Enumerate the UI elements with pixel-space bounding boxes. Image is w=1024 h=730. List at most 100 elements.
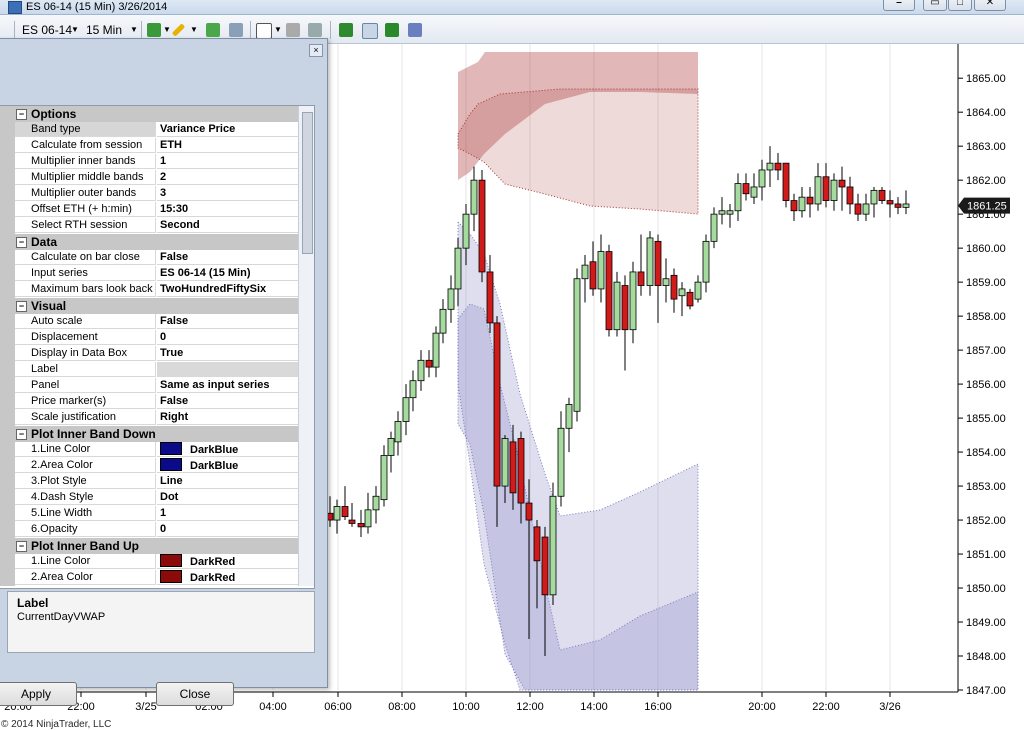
chart-style-icon[interactable] [147,23,161,37]
color-swatch[interactable] [160,570,182,583]
category-header[interactable]: − Data [0,234,299,250]
candle-body [409,380,417,399]
property-value[interactable]: ES 06-14 (15 Min) [157,266,299,281]
pencil-icon[interactable] [171,23,186,37]
category-header[interactable]: − Visual [0,298,299,314]
apply-button[interactable]: Apply [0,682,77,706]
row-gutter [0,154,15,170]
property-value[interactable]: Right [157,410,299,425]
property-row[interactable]: Panel Same as input series [0,378,299,394]
minimize-button[interactable]: ⎯ [883,0,915,11]
property-row[interactable]: 3.Plot Style Line [0,474,299,490]
property-row[interactable]: 5.Line Width 1 [0,506,299,522]
strategy-icon[interactable] [229,23,243,37]
zoom-icon[interactable] [286,23,300,37]
maximize-button[interactable]: □ [948,0,972,11]
property-value[interactable]: Same as input series [157,378,299,393]
property-value[interactable]: Dot [157,490,299,505]
property-value[interactable]: True [157,346,299,361]
property-row[interactable]: Calculate from session ETH [0,138,299,154]
dollar-icon[interactable] [385,23,399,37]
property-row[interactable]: Band type Variance Price [0,122,299,138]
property-row[interactable]: 2.Area Color DarkRed [0,570,299,586]
property-row[interactable]: Multiplier outer bands 3 [0,186,299,202]
close-window-button[interactable]: ✕ [974,0,1006,11]
close-button[interactable]: Close [156,682,234,706]
chart-style-dropdown-icon[interactable]: ▼ [163,25,171,34]
property-value[interactable]: Variance Price [157,122,299,137]
indicator-properties-dialog: − Options Band type Variance Price Calculate… [0,38,328,730]
property-row[interactable]: Displacement 0 [0,330,299,346]
collapse-toggle-icon[interactable]: − [16,109,27,120]
color-swatch[interactable] [160,458,182,471]
add-indicator-icon[interactable] [206,23,220,37]
instrument-selector[interactable]: ES 06-14 [22,23,72,37]
instrument-dropdown-icon[interactable]: ▼ [71,25,79,34]
collapse-toggle-icon[interactable]: − [16,237,27,248]
interval-dropdown-icon[interactable]: ▼ [130,25,138,34]
scroll-thumb[interactable] [302,112,313,254]
property-value[interactable]: DarkRed [157,570,299,585]
property-row[interactable]: 1.Line Color DarkRed [0,554,299,570]
dialog-close-button[interactable]: × [309,44,323,57]
property-value[interactable]: 0 [157,330,299,345]
color-swatch[interactable] [160,442,182,455]
property-grid[interactable]: − Options Band type Variance Price Calculate… [0,105,315,589]
property-row[interactable]: Calculate on bar close False [0,250,299,266]
template-icon[interactable] [408,23,422,37]
property-row[interactable]: Label [0,362,299,378]
collapse-toggle-icon[interactable]: − [16,541,27,552]
property-row[interactable]: 6.Opacity 0 [0,522,299,538]
property-row[interactable]: Multiplier middle bands 2 [0,170,299,186]
interval-selector[interactable]: 15 Min [86,23,122,37]
properties-icon[interactable] [308,23,322,37]
collapse-toggle-icon[interactable]: − [16,429,27,440]
color-swatch[interactable] [160,554,182,567]
category-header[interactable]: − Plot Inner Band Down [0,426,299,442]
property-value[interactable]: 2 [157,170,299,185]
cursor-dropdown-icon[interactable]: ▼ [274,25,282,34]
property-value[interactable]: False [157,250,299,265]
cursor-icon[interactable] [256,23,272,39]
candle-body [372,495,380,511]
category-header[interactable]: − Plot Inner Band Up [0,538,299,554]
y-tick-label: 1863.00 [966,141,1006,153]
property-value[interactable]: 3 [157,186,299,201]
property-row[interactable]: Display in Data Box True [0,346,299,362]
property-value[interactable]: DarkRed [157,554,299,569]
property-name: Calculate on bar close [15,250,156,265]
property-value[interactable]: 0 [157,522,299,537]
property-row[interactable]: Price marker(s) False [0,394,299,410]
property-value[interactable]: False [157,394,299,409]
property-row[interactable]: Multiplier inner bands 1 [0,154,299,170]
property-row[interactable]: 1.Line Color DarkBlue [0,442,299,458]
collapse-toggle-icon[interactable]: − [16,301,27,312]
chart-trader-icon[interactable] [362,23,378,39]
category-header[interactable]: − Options [0,106,299,122]
property-value[interactable]: DarkBlue [157,458,299,473]
property-row[interactable]: Scale justification Right [0,410,299,426]
property-value[interactable]: 1 [157,506,299,521]
property-row[interactable]: 2.Area Color DarkBlue [0,458,299,474]
property-value-text: DarkRed [190,556,236,568]
property-row[interactable]: Auto scale False [0,314,299,330]
property-row[interactable]: Select RTH session Second [0,218,299,234]
property-value[interactable]: 1 [157,154,299,169]
property-row[interactable]: Offset ETH (+ h:min) 15:30 [0,202,299,218]
restore-button[interactable]: ▭ [923,0,947,11]
property-value[interactable]: False [157,314,299,329]
property-row[interactable]: Input series ES 06-14 (15 Min) [0,266,299,282]
property-row[interactable]: Maximum bars look back TwoHundredFiftySix [0,282,299,298]
property-value[interactable]: Line [157,474,299,489]
property-row[interactable]: 4.Dash Style Dot [0,490,299,506]
property-value[interactable]: DarkBlue [157,442,299,457]
data-series-icon[interactable] [339,23,353,37]
property-value[interactable]: TwoHundredFiftySix [157,282,299,297]
candle-body [766,162,774,171]
property-value[interactable] [157,362,299,377]
drawing-dropdown-icon[interactable]: ▼ [190,25,198,34]
property-value[interactable]: Second [157,218,299,233]
property-value[interactable]: 15:30 [157,202,299,217]
property-grid-scrollbar[interactable] [298,106,314,586]
property-value[interactable]: ETH [157,138,299,153]
